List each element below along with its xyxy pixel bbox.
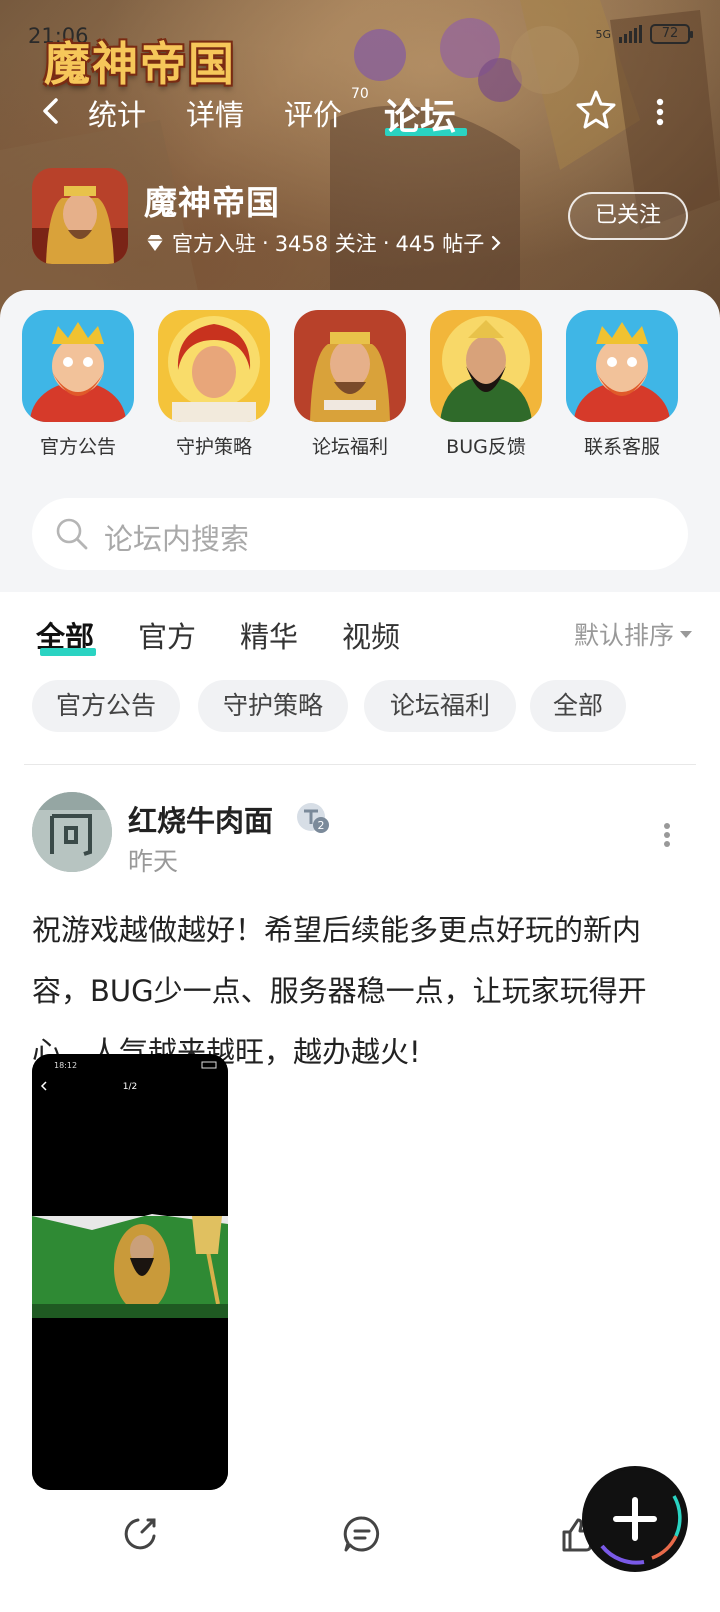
meta-dot: · — [382, 231, 390, 255]
shortcut-label: 官方公告 — [39, 436, 116, 458]
shortcut-welfare[interactable]: 论坛福利 — [292, 310, 408, 459]
game-info: 魔神帝国 官方入驻 · 3458 关注 · 445 帖子 已关注 — [0, 164, 720, 264]
king-avatar-icon — [22, 310, 134, 422]
chip-all[interactable]: 全部 — [530, 680, 626, 732]
chevron-right-icon — [492, 235, 501, 251]
shortcut-announcements[interactable]: 官方公告 — [20, 310, 136, 459]
comment-icon[interactable] — [340, 1512, 384, 1556]
general-avatar-icon — [430, 310, 542, 422]
post-image[interactable]: 18:12 1/2 — [32, 1054, 228, 1490]
followers-count: 3458 关注 — [274, 232, 377, 256]
back-icon[interactable] — [36, 96, 66, 126]
star-icon[interactable] — [574, 88, 618, 132]
game-title: 魔神帝国 — [144, 183, 280, 222]
chip-strategy[interactable]: 守护策略 — [198, 680, 348, 732]
meta-dot: · — [262, 231, 269, 255]
divider — [24, 764, 696, 765]
search-input[interactable]: 论坛内搜索 — [104, 516, 249, 558]
image-page-indicator: 1/2 — [123, 1082, 137, 1092]
chip-welfare[interactable]: 论坛福利 — [364, 680, 516, 732]
reviews-count-badge: 70 — [351, 86, 369, 102]
sort-label: 默认排序 — [573, 621, 674, 650]
forum-search[interactable]: 论坛内搜索 — [32, 498, 688, 570]
follow-button[interactable]: 已关注 — [568, 192, 688, 240]
battery-icon: 72 — [650, 24, 693, 44]
shortcut-panel: 官方公告 守护策略 论坛福利 BUG反馈 联系客服 论坛内搜索 — [0, 290, 720, 592]
level-badge-icon: 2 — [297, 803, 329, 833]
post-time: 昨天 — [128, 847, 179, 876]
shortcut-customer-service[interactable]: 联系客服 — [564, 310, 680, 459]
game-icon[interactable] — [32, 168, 128, 264]
tab-official[interactable]: 官方 — [138, 614, 196, 656]
avatar[interactable] — [32, 792, 112, 872]
posts-count: 445 帖子 — [395, 232, 485, 256]
signal-icon — [619, 25, 642, 43]
more-icon[interactable] — [652, 96, 668, 128]
top-nav: 统计 详情 评价 70 论坛 — [0, 84, 720, 140]
caret-down-icon — [680, 630, 692, 638]
hero-avatar-icon — [158, 310, 270, 422]
share-icon[interactable] — [118, 1512, 162, 1556]
tab-featured[interactable]: 精华 — [240, 614, 298, 656]
status-indicators: 5G 72 — [595, 24, 693, 44]
search-icon — [56, 518, 88, 550]
new-post-button[interactable] — [582, 1466, 688, 1572]
category-chips: 官方公告 守护策略 论坛福利 全部 — [0, 680, 720, 736]
chip-announcements[interactable]: 官方公告 — [32, 680, 180, 732]
shortcut-label: BUG反馈 — [446, 436, 526, 458]
diamond-icon — [147, 235, 163, 251]
tab-forum[interactable]: 论坛 — [384, 88, 456, 140]
filter-tabs: 全部 官方 精华 视频 默认排序 — [0, 600, 720, 660]
tab-underline — [40, 648, 96, 656]
sort-dropdown[interactable]: 默认排序 — [574, 616, 692, 652]
shortcut-strategy[interactable]: 守护策略 — [156, 310, 272, 459]
image-status-time: 18:12 — [54, 1061, 77, 1070]
king-avatar-icon — [566, 310, 678, 422]
tab-stats[interactable]: 统计 — [88, 92, 146, 134]
tab-details[interactable]: 详情 — [186, 92, 244, 134]
tab-reviews[interactable]: 评价 — [284, 92, 342, 134]
shortcut-label: 守护策略 — [175, 436, 252, 458]
post-more-icon[interactable] — [660, 820, 674, 850]
game-meta[interactable]: 官方入驻 · 3458 关注 · 445 帖子 — [144, 228, 502, 258]
official-label: 官方入驻 — [172, 232, 256, 256]
shortcut-label: 联系客服 — [583, 436, 660, 458]
tab-video[interactable]: 视频 — [342, 614, 400, 656]
post-author[interactable]: 红烧牛肉面 — [128, 798, 273, 840]
svg-text:2: 2 — [318, 819, 325, 832]
shortcut-bug-report[interactable]: BUG反馈 — [428, 310, 544, 459]
shortcut-label: 论坛福利 — [311, 436, 388, 458]
network-label: 5G — [595, 27, 611, 41]
game-avatar-icon — [294, 310, 406, 422]
plus-icon — [585, 1469, 685, 1569]
